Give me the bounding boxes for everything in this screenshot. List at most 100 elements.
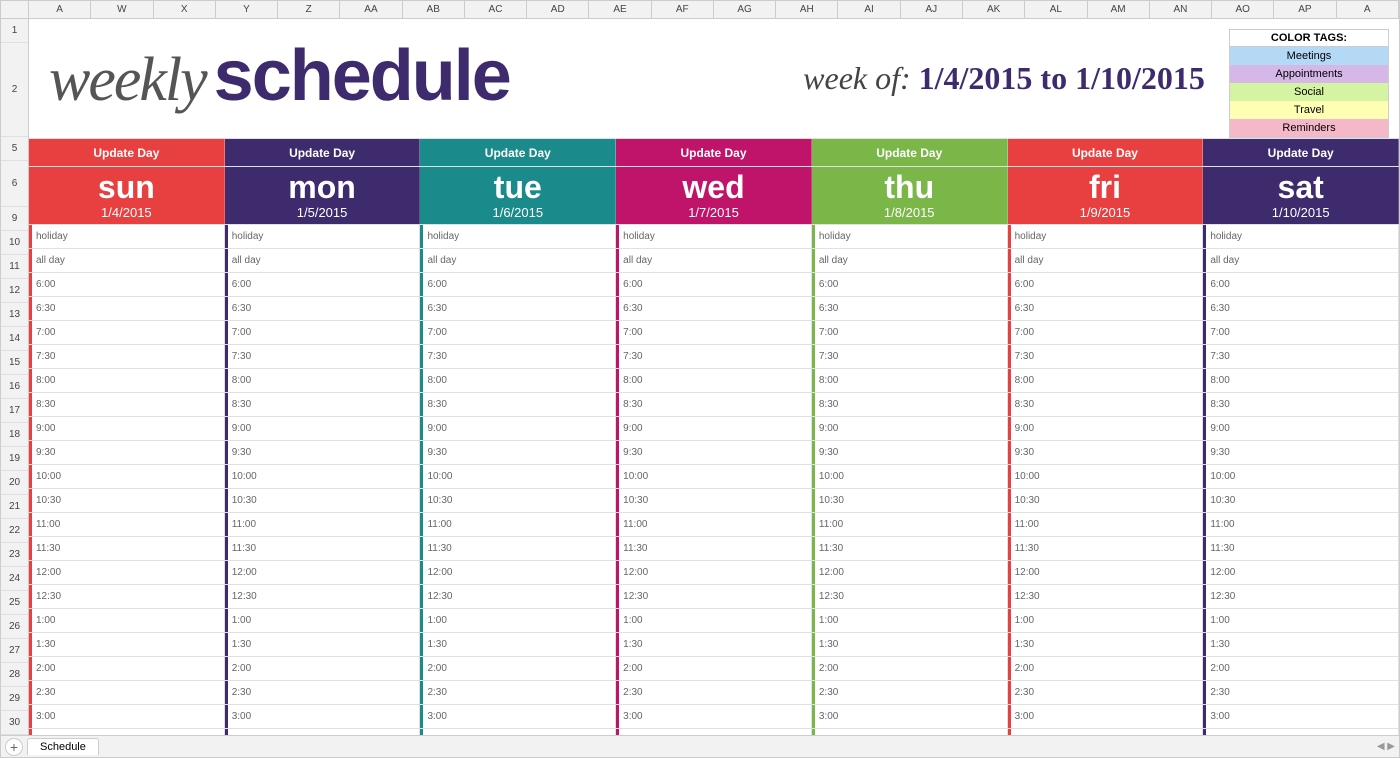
- time-cell-sun-100[interactable]: 1:00: [29, 609, 225, 632]
- day-cell-tue[interactable]: tue 1/6/2015: [420, 167, 616, 224]
- time-cell-tue-1230[interactable]: 12:30: [420, 585, 616, 608]
- update-day-fri[interactable]: Update Day: [1008, 139, 1204, 166]
- col-X[interactable]: X: [154, 1, 216, 18]
- holiday-fri[interactable]: holiday: [1008, 225, 1204, 248]
- time-cell-wed-830[interactable]: 8:30: [616, 393, 812, 416]
- time-cell-sun-630[interactable]: 6:30: [29, 297, 225, 320]
- time-cell-mon-900[interactable]: 9:00: [225, 417, 421, 440]
- time-cell-wed-1100[interactable]: 11:00: [616, 513, 812, 536]
- time-cell-sat-630[interactable]: 6:30: [1203, 297, 1399, 320]
- time-cell-sun-1130[interactable]: 11:30: [29, 537, 225, 560]
- col-AO[interactable]: AO: [1212, 1, 1274, 18]
- time-cell-sun-930[interactable]: 9:30: [29, 441, 225, 464]
- time-cell-thu-830[interactable]: 8:30: [812, 393, 1008, 416]
- time-cell-wed-700[interactable]: 7:00: [616, 321, 812, 344]
- col-AB[interactable]: AB: [403, 1, 465, 18]
- allday-mon[interactable]: all day: [225, 249, 421, 272]
- time-cell-wed-1130[interactable]: 11:30: [616, 537, 812, 560]
- col-AA[interactable]: AA: [340, 1, 402, 18]
- time-cell-mon-700[interactable]: 7:00: [225, 321, 421, 344]
- time-cell-mon-300[interactable]: 3:00: [225, 705, 421, 728]
- add-sheet-button[interactable]: +: [5, 738, 23, 756]
- time-cell-tue-230[interactable]: 2:30: [420, 681, 616, 704]
- time-cell-thu-230[interactable]: 2:30: [812, 681, 1008, 704]
- allday-sat[interactable]: all day: [1203, 249, 1399, 272]
- day-cell-sat[interactable]: sat 1/10/2015: [1203, 167, 1399, 224]
- time-cell-fri-930[interactable]: 9:30: [1008, 441, 1204, 464]
- time-cell-thu-600[interactable]: 6:00: [812, 273, 1008, 296]
- time-cell-mon-830[interactable]: 8:30: [225, 393, 421, 416]
- update-day-sun[interactable]: Update Day: [29, 139, 225, 166]
- col-A[interactable]: A: [29, 1, 91, 18]
- allday-thu[interactable]: all day: [812, 249, 1008, 272]
- time-cell-tue-900[interactable]: 9:00: [420, 417, 616, 440]
- time-cell-fri-130[interactable]: 1:30: [1008, 633, 1204, 656]
- time-cell-fri-300[interactable]: 3:00: [1008, 705, 1204, 728]
- update-day-sat[interactable]: Update Day: [1203, 139, 1399, 166]
- time-cell-sun-1030[interactable]: 10:30: [29, 489, 225, 512]
- time-cell-fri-1200[interactable]: 12:00: [1008, 561, 1204, 584]
- update-day-tue[interactable]: Update Day: [420, 139, 616, 166]
- time-cell-wed-630[interactable]: 6:30: [616, 297, 812, 320]
- time-cell-sun-300[interactable]: 3:00: [29, 705, 225, 728]
- time-cell-thu-1200[interactable]: 12:00: [812, 561, 1008, 584]
- col-AM[interactable]: AM: [1088, 1, 1150, 18]
- time-cell-mon-1100[interactable]: 11:00: [225, 513, 421, 536]
- time-cell-sun-1230[interactable]: 12:30: [29, 585, 225, 608]
- time-cell-sat-200[interactable]: 2:00: [1203, 657, 1399, 680]
- time-cell-tue-1130[interactable]: 11:30: [420, 537, 616, 560]
- col-AN[interactable]: AN: [1150, 1, 1212, 18]
- col-AJ[interactable]: AJ: [901, 1, 963, 18]
- time-cell-mon-1130[interactable]: 11:30: [225, 537, 421, 560]
- time-cell-sun-730[interactable]: 7:30: [29, 345, 225, 368]
- time-cell-sun-130[interactable]: 1:30: [29, 633, 225, 656]
- col-end[interactable]: A: [1337, 1, 1399, 18]
- time-cell-thu-1000[interactable]: 10:00: [812, 465, 1008, 488]
- time-cell-fri-730[interactable]: 7:30: [1008, 345, 1204, 368]
- time-cell-tue-1100[interactable]: 11:00: [420, 513, 616, 536]
- time-cell-tue-1200[interactable]: 12:00: [420, 561, 616, 584]
- time-cell-tue-730[interactable]: 7:30: [420, 345, 616, 368]
- time-cell-mon-800[interactable]: 8:00: [225, 369, 421, 392]
- col-AH[interactable]: AH: [776, 1, 838, 18]
- day-cell-wed[interactable]: wed 1/7/2015: [616, 167, 812, 224]
- time-cell-tue-300[interactable]: 3:00: [420, 705, 616, 728]
- time-cell-thu-800[interactable]: 8:00: [812, 369, 1008, 392]
- time-cell-thu-730[interactable]: 7:30: [812, 345, 1008, 368]
- time-cell-mon-600[interactable]: 6:00: [225, 273, 421, 296]
- time-cell-tue-200[interactable]: 2:00: [420, 657, 616, 680]
- holiday-sat[interactable]: holiday: [1203, 225, 1399, 248]
- time-cell-tue-830[interactable]: 8:30: [420, 393, 616, 416]
- day-cell-fri[interactable]: fri 1/9/2015: [1008, 167, 1204, 224]
- day-cell-thu[interactable]: thu 1/8/2015: [812, 167, 1008, 224]
- holiday-sun[interactable]: holiday: [29, 225, 225, 248]
- time-cell-fri-100[interactable]: 1:00: [1008, 609, 1204, 632]
- time-cell-tue-630[interactable]: 6:30: [420, 297, 616, 320]
- col-AG[interactable]: AG: [714, 1, 776, 18]
- time-cell-fri-1000[interactable]: 10:00: [1008, 465, 1204, 488]
- time-cell-mon-1230[interactable]: 12:30: [225, 585, 421, 608]
- time-cell-mon-100[interactable]: 1:00: [225, 609, 421, 632]
- time-cell-fri-600[interactable]: 6:00: [1008, 273, 1204, 296]
- time-cell-sat-600[interactable]: 6:00: [1203, 273, 1399, 296]
- holiday-tue[interactable]: holiday: [420, 225, 616, 248]
- time-cell-sat-1230[interactable]: 12:30: [1203, 585, 1399, 608]
- time-cell-wed-900[interactable]: 9:00: [616, 417, 812, 440]
- time-cell-sat-230[interactable]: 2:30: [1203, 681, 1399, 704]
- time-cell-sun-230[interactable]: 2:30: [29, 681, 225, 704]
- time-cell-thu-1100[interactable]: 11:00: [812, 513, 1008, 536]
- col-AL[interactable]: AL: [1025, 1, 1087, 18]
- day-cell-mon[interactable]: mon 1/5/2015: [225, 167, 421, 224]
- time-cell-mon-730[interactable]: 7:30: [225, 345, 421, 368]
- time-cell-sat-1100[interactable]: 11:00: [1203, 513, 1399, 536]
- time-cell-tue-1030[interactable]: 10:30: [420, 489, 616, 512]
- time-cell-mon-1030[interactable]: 10:30: [225, 489, 421, 512]
- col-Y[interactable]: Y: [216, 1, 278, 18]
- time-cell-thu-930[interactable]: 9:30: [812, 441, 1008, 464]
- holiday-wed[interactable]: holiday: [616, 225, 812, 248]
- time-cell-sun-800[interactable]: 8:00: [29, 369, 225, 392]
- allday-tue[interactable]: all day: [420, 249, 616, 272]
- col-AI[interactable]: AI: [838, 1, 900, 18]
- time-cell-sat-700[interactable]: 7:00: [1203, 321, 1399, 344]
- update-day-thu[interactable]: Update Day: [812, 139, 1008, 166]
